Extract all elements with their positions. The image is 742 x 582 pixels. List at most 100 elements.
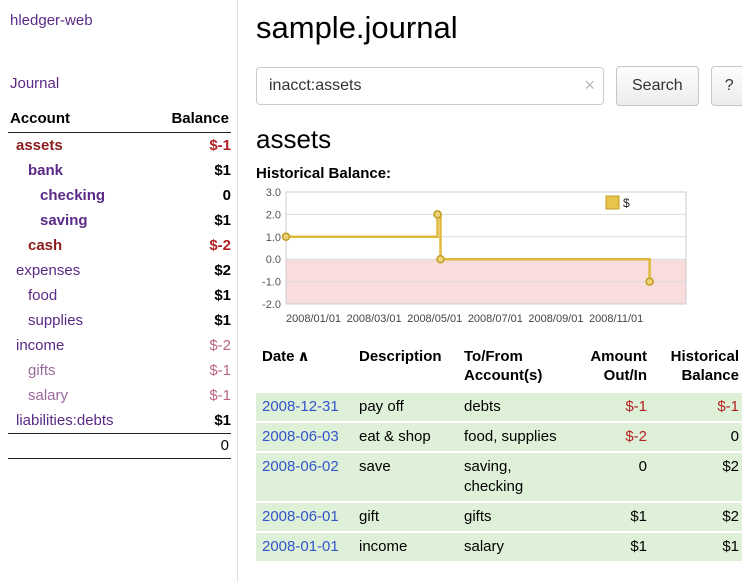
account-link[interactable]: liabilities:debts	[8, 411, 114, 430]
accounts-total-row: 0	[8, 434, 231, 459]
accounts-cell: food, supplies	[458, 423, 575, 451]
accounts-header-balance: Balance	[149, 108, 231, 133]
account-row: bank $1	[8, 158, 231, 183]
account-row: assets $-1	[8, 133, 231, 159]
account-link[interactable]: supplies	[8, 311, 83, 330]
balance-cell: $-1	[653, 393, 742, 421]
account-row: food $1	[8, 283, 231, 308]
table-row: 2008-06-02savesaving, checking0$2	[256, 453, 742, 501]
svg-text:3.0: 3.0	[266, 188, 281, 199]
date-header-label: Date	[262, 348, 295, 365]
account-row: checking 0	[8, 183, 231, 208]
page-title: sample.journal	[256, 10, 742, 46]
accounts-cell: gifts	[458, 503, 575, 531]
account-link[interactable]: food	[8, 286, 57, 305]
svg-text:2008/03/01: 2008/03/01	[347, 313, 402, 325]
account-balance: $1	[149, 308, 231, 333]
account-link[interactable]: bank	[8, 161, 63, 180]
account-row: saving$1	[8, 208, 231, 233]
balance-cell: $2	[653, 503, 742, 531]
sidebar: hledger-web Journal Account Balance asse…	[0, 0, 238, 582]
account-row: income $-2	[8, 333, 231, 358]
help-button[interactable]: ?	[711, 66, 742, 106]
svg-text:2008/01/01: 2008/01/01	[286, 313, 341, 325]
date-link[interactable]: 2008-06-03	[262, 428, 339, 445]
register-header-accounts: To/From Account(s)	[458, 345, 575, 391]
description-cell: pay off	[353, 393, 458, 421]
date-link[interactable]: 2008-06-02	[262, 458, 339, 475]
svg-text:-2.0: -2.0	[262, 299, 281, 311]
account-row: supplies $1	[8, 308, 231, 333]
svg-text:0.0: 0.0	[266, 254, 281, 266]
accounts-header-account: Account	[8, 108, 149, 133]
account-link[interactable]: expenses	[8, 261, 80, 280]
account-link[interactable]: cash	[8, 236, 62, 255]
svg-text:-1.0: -1.0	[262, 277, 281, 289]
legend-swatch	[606, 196, 619, 209]
svg-text:2008/05/01: 2008/05/01	[407, 313, 462, 325]
accounts-table: Account Balance assets $-1 bank $1 checking 0…	[8, 108, 231, 459]
accounts-total-balance: 0	[149, 434, 231, 459]
register-header-date[interactable]: Date∧	[256, 345, 353, 391]
accounts-cell: debts	[458, 393, 575, 421]
description-cell: eat & shop	[353, 423, 458, 451]
accounts-cell: salary	[458, 533, 575, 561]
accounts-total-spacer	[8, 434, 149, 459]
amount-cell: $-2	[575, 423, 653, 451]
table-row: 2008-06-03eat & shopfood, supplies$-20	[256, 423, 742, 451]
search-bar: × Search ?	[256, 66, 742, 106]
account-balance: $2	[149, 258, 231, 283]
balance-cell: $1	[653, 533, 742, 561]
account-balance: $1	[149, 158, 231, 183]
account-balance: $-1	[149, 358, 231, 383]
register-header-description: Description	[353, 345, 458, 391]
account-row: liabilities:debts $1	[8, 408, 231, 434]
amount-cell: $-1	[575, 393, 653, 421]
accounts-header-row: Account Balance	[8, 108, 231, 133]
description-cell: gift	[353, 503, 458, 531]
account-link[interactable]: saving	[8, 211, 88, 230]
main-content: sample.journal × Search ? assets Histori…	[238, 0, 742, 582]
account-balance: $-1	[149, 133, 231, 159]
date-link[interactable]: 2008-12-31	[262, 398, 339, 415]
clear-search-icon[interactable]: ×	[584, 75, 595, 95]
svg-text:1.0: 1.0	[266, 232, 281, 244]
amount-cell: $1	[575, 533, 653, 561]
legend-label: $	[623, 196, 630, 210]
account-balance: $-1	[149, 383, 231, 408]
table-row: 2008-06-01 giftgifts$1$2	[256, 503, 742, 531]
register-table: Date∧ Description To/From Account(s) Amo…	[256, 343, 742, 563]
account-heading: assets	[256, 124, 742, 155]
register-header-balance: Historical Balance	[653, 345, 742, 391]
account-balance: $1	[149, 283, 231, 308]
account-link[interactable]: salary	[8, 386, 68, 405]
accounts-cell: saving, checking	[458, 453, 575, 501]
register-header-amount: Amount Out/In	[575, 345, 653, 391]
account-link[interactable]: income	[8, 336, 64, 355]
svg-text:2008/11/01: 2008/11/01	[589, 313, 643, 325]
account-row: expenses $2	[8, 258, 231, 283]
amount-cell: $1	[575, 503, 653, 531]
svg-text:2.0: 2.0	[266, 209, 281, 221]
description-cell: save	[353, 453, 458, 501]
description-cell: income	[353, 533, 458, 561]
date-link[interactable]: 2008-01-01	[262, 538, 339, 555]
search-input[interactable]	[256, 67, 604, 105]
account-balance: 0	[149, 183, 231, 208]
svg-text:2008/07/01: 2008/07/01	[468, 313, 523, 325]
account-balance: $1	[149, 408, 231, 434]
account-link[interactable]: checking	[8, 186, 105, 205]
balance-cell: $2	[653, 453, 742, 501]
chart-title: Historical Balance:	[256, 165, 742, 182]
account-balance: $-2	[149, 333, 231, 358]
sidebar-item-journal[interactable]: Journal	[10, 75, 231, 92]
historical-balance-chart: 3.0 2.0 1.0 0.0 -1.0 -2.0 2008/01/01 2008/03/01…	[256, 188, 742, 335]
account-link[interactable]: assets	[8, 136, 63, 155]
account-row: salary $-1	[8, 383, 231, 408]
date-link[interactable]: 2008-06-01	[262, 508, 339, 525]
account-link[interactable]: gifts	[8, 361, 56, 380]
register-header-row: Date∧ Description To/From Account(s) Amo…	[256, 345, 742, 391]
sort-ascending-icon: ∧	[298, 348, 310, 365]
search-button[interactable]: Search	[616, 66, 699, 106]
app-title-link[interactable]: hledger-web	[10, 12, 231, 29]
